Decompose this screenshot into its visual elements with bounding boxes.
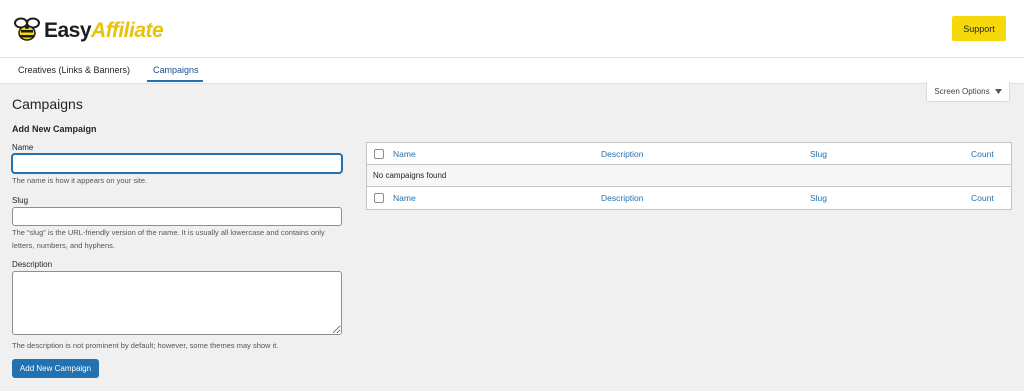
- tab-creatives[interactable]: Creatives (Links & Banners): [18, 65, 130, 75]
- campaigns-table: Name Description Slug Count No campaigns…: [366, 142, 1012, 210]
- description-help-text: The description is not prominent by defa…: [12, 341, 279, 350]
- support-button[interactable]: Support: [952, 16, 1006, 41]
- description-label: Description: [12, 260, 53, 269]
- screen-options-button[interactable]: Screen Options: [926, 82, 1010, 102]
- slug-input[interactable]: [12, 207, 342, 226]
- empty-message: No campaigns found: [373, 171, 447, 180]
- table-footer-row: Name Description Slug Count: [367, 187, 1011, 209]
- table-empty-row: No campaigns found: [367, 165, 1011, 187]
- description-textarea[interactable]: [12, 271, 342, 335]
- active-tab-indicator: [147, 80, 203, 82]
- tab-campaigns[interactable]: Campaigns: [153, 65, 199, 75]
- column-header-count[interactable]: Count: [971, 149, 994, 159]
- form-title: Add New Campaign: [12, 124, 97, 134]
- logo-text-easy: Easy: [44, 18, 92, 42]
- select-all-checkbox[interactable]: [374, 149, 384, 159]
- easy-affiliate-logo[interactable]: EasyAffiliate: [12, 16, 164, 44]
- column-footer-count[interactable]: Count: [971, 193, 994, 203]
- caret-down-icon: [994, 89, 1002, 94]
- bee-icon: [14, 17, 40, 41]
- column-header-slug[interactable]: Slug: [810, 149, 827, 159]
- screen-options-label: Screen Options: [934, 87, 990, 96]
- slug-label: Slug: [12, 196, 29, 205]
- top-bar: EasyAffiliate Support: [0, 0, 1024, 58]
- tab-bar: Creatives (Links & Banners) Campaigns: [0, 58, 1024, 84]
- column-header-name[interactable]: Name: [393, 149, 416, 159]
- add-new-campaign-button[interactable]: Add New Campaign: [12, 359, 99, 378]
- name-help-text: The name is how it appears on your site.: [12, 176, 148, 185]
- slug-help-text: The “slug” is the URL-friendly version o…: [12, 228, 325, 250]
- column-header-description[interactable]: Description: [601, 149, 644, 159]
- select-all-checkbox-footer[interactable]: [374, 193, 384, 203]
- column-footer-description[interactable]: Description: [601, 193, 644, 203]
- column-footer-name[interactable]: Name: [393, 193, 416, 203]
- name-input[interactable]: [12, 154, 342, 173]
- name-label: Name: [12, 143, 34, 152]
- column-footer-slug[interactable]: Slug: [810, 193, 827, 203]
- table-header-row: Name Description Slug Count: [367, 143, 1011, 165]
- logo-text-affiliate: Affiliate: [91, 18, 164, 42]
- page-title: Campaigns: [12, 96, 83, 112]
